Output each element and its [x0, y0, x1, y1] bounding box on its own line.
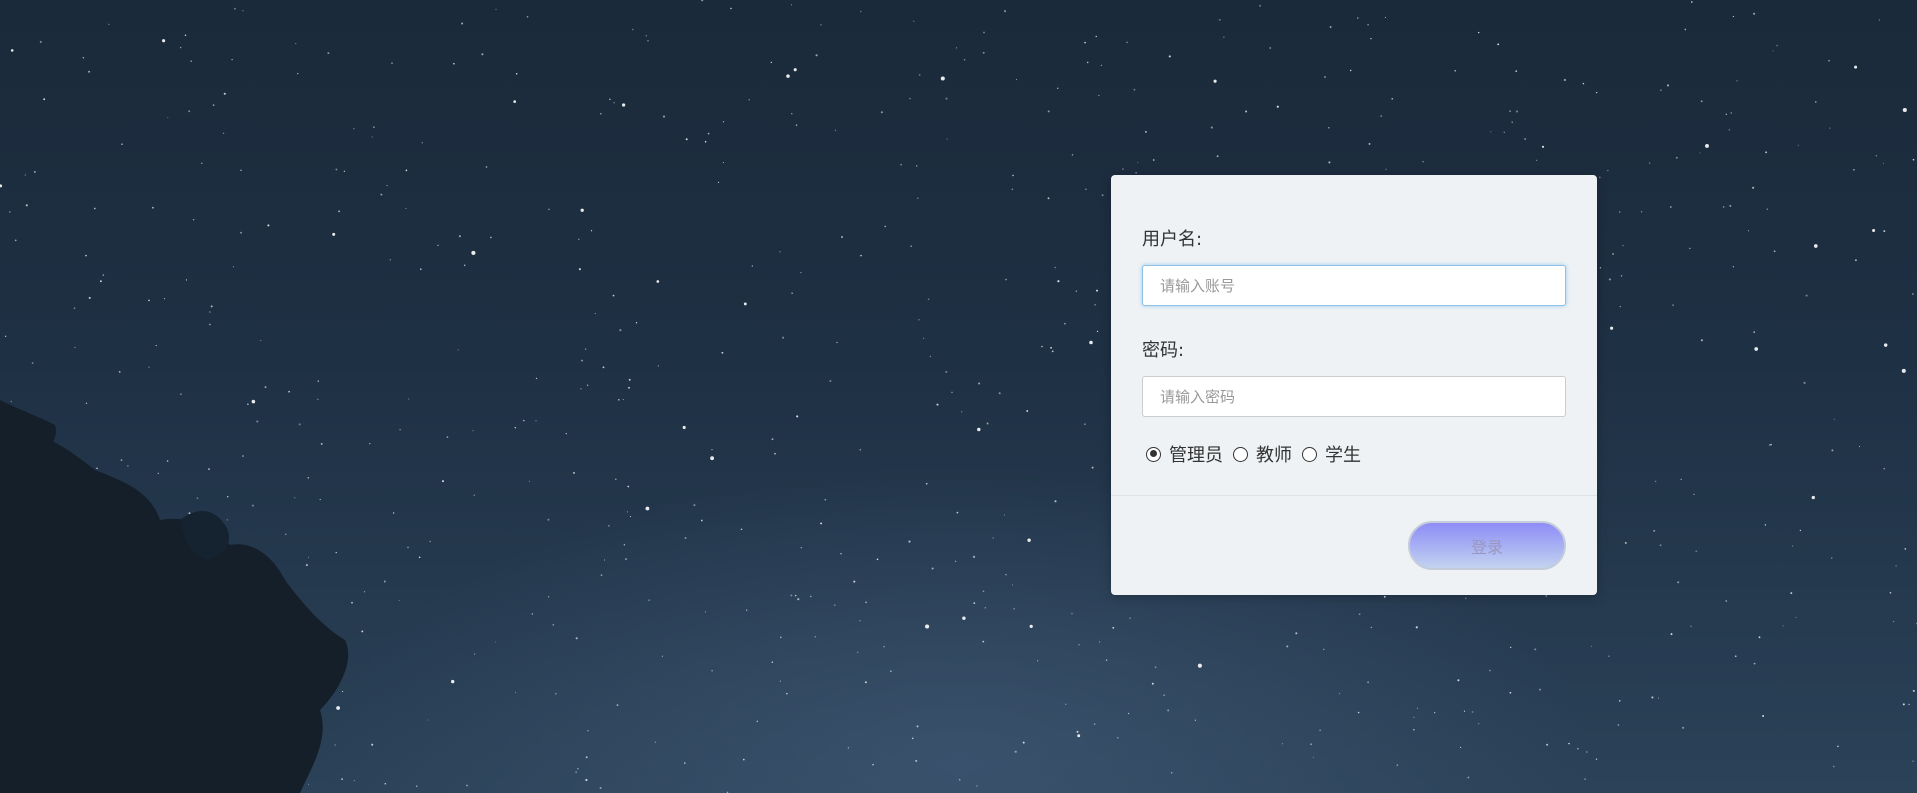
role-option-student[interactable]: 学生 — [1302, 441, 1361, 467]
role-label-admin: 管理员 — [1169, 445, 1223, 466]
role-option-admin[interactable]: 管理员 — [1146, 441, 1223, 467]
password-input[interactable] — [1142, 376, 1566, 417]
login-button[interactable]: 登录 — [1408, 521, 1566, 570]
role-option-teacher[interactable]: 教师 — [1233, 441, 1292, 467]
role-label-teacher: 教师 — [1256, 445, 1292, 466]
password-label: 密码: — [1142, 340, 1185, 361]
radio-admin[interactable] — [1146, 446, 1161, 462]
username-input[interactable] — [1142, 265, 1566, 306]
radio-teacher[interactable] — [1233, 446, 1248, 462]
role-label-student: 学生 — [1325, 445, 1361, 466]
role-selector: 管理员 教师 学生 — [1146, 440, 1371, 468]
login-panel: 用户名: 密码: 管理员 教师 学生 登录 — [1111, 175, 1597, 595]
tree-silhouette — [0, 400, 349, 793]
username-label: 用户名: — [1142, 229, 1203, 250]
night-sky-background — [0, 0, 1917, 793]
radio-student[interactable] — [1302, 446, 1317, 462]
divider — [1111, 495, 1597, 496]
